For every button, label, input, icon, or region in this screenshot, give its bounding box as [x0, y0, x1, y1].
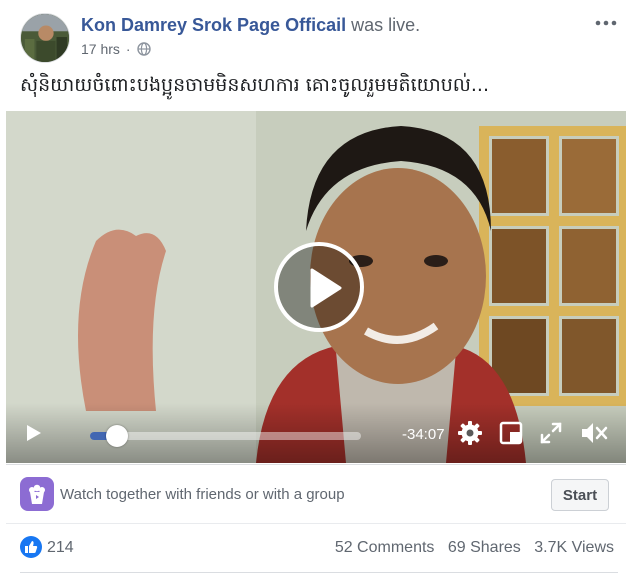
engagement-counts: 52 Comments 69 Shares 3.7K Views: [326, 539, 614, 557]
like-count[interactable]: 214: [47, 539, 74, 557]
volume-button[interactable]: [580, 420, 608, 451]
gear-icon: [458, 421, 482, 445]
post-timestamp[interactable]: 17 hrs: [81, 41, 120, 57]
progress-bar[interactable]: [90, 425, 361, 447]
start-watch-party-button[interactable]: Start: [551, 479, 609, 511]
live-status-text: was live.: [351, 15, 421, 35]
thumbs-up-icon: [25, 541, 38, 553]
globe-icon[interactable]: [136, 42, 151, 56]
video-controls: -34:07: [6, 403, 626, 463]
comments-count-link[interactable]: 52 Comments: [335, 539, 435, 556]
engagement-stats: 214 52 Comments 69 Shares 3.7K Views: [20, 536, 620, 560]
miniplayer-button[interactable]: [499, 421, 523, 450]
watch-party-bar: Watch together with friends or with a gr…: [6, 464, 626, 524]
fullscreen-icon: [540, 422, 562, 444]
fullscreen-button[interactable]: [539, 421, 563, 450]
play-overlay-button[interactable]: [274, 242, 364, 332]
miniplayer-icon: [499, 421, 523, 445]
time-remaining: -34:07: [402, 426, 445, 443]
watch-party-icon: [20, 477, 54, 511]
dot-separator: ·: [125, 41, 131, 57]
shares-count-link[interactable]: 69 Shares: [448, 539, 521, 556]
watch-party-text: Watch together with friends or with a gr…: [60, 486, 345, 503]
post-caption: សុំនិយាយចំពោះបងប្អូនចាមមិនសហការ គោះចូលរួ…: [20, 74, 490, 96]
post-meta: 17 hrs ·: [81, 41, 151, 57]
progress-scrubber[interactable]: [106, 425, 128, 447]
play-button[interactable]: [25, 423, 43, 448]
page-avatar[interactable]: [20, 13, 70, 63]
volume-muted-icon: [582, 423, 608, 443]
play-small-icon: [27, 425, 41, 441]
post-header: Kon Damrey Srok Page Officail was live. …: [20, 13, 620, 65]
video-player[interactable]: -34:07: [6, 111, 626, 463]
author-name-link[interactable]: Kon Damrey Srok Page Officail: [81, 15, 346, 35]
settings-button[interactable]: [457, 420, 483, 451]
stats-divider: [20, 572, 618, 573]
popcorn-icon: [29, 484, 45, 504]
play-icon: [310, 268, 342, 308]
more-options-button[interactable]: [594, 13, 618, 33]
like-reaction-icon[interactable]: [20, 536, 42, 558]
avatar-image: [21, 14, 69, 62]
more-dots-icon: [595, 20, 617, 26]
views-count: 3.7K Views: [534, 539, 614, 556]
author-line: Kon Damrey Srok Page Officail was live.: [81, 15, 420, 36]
